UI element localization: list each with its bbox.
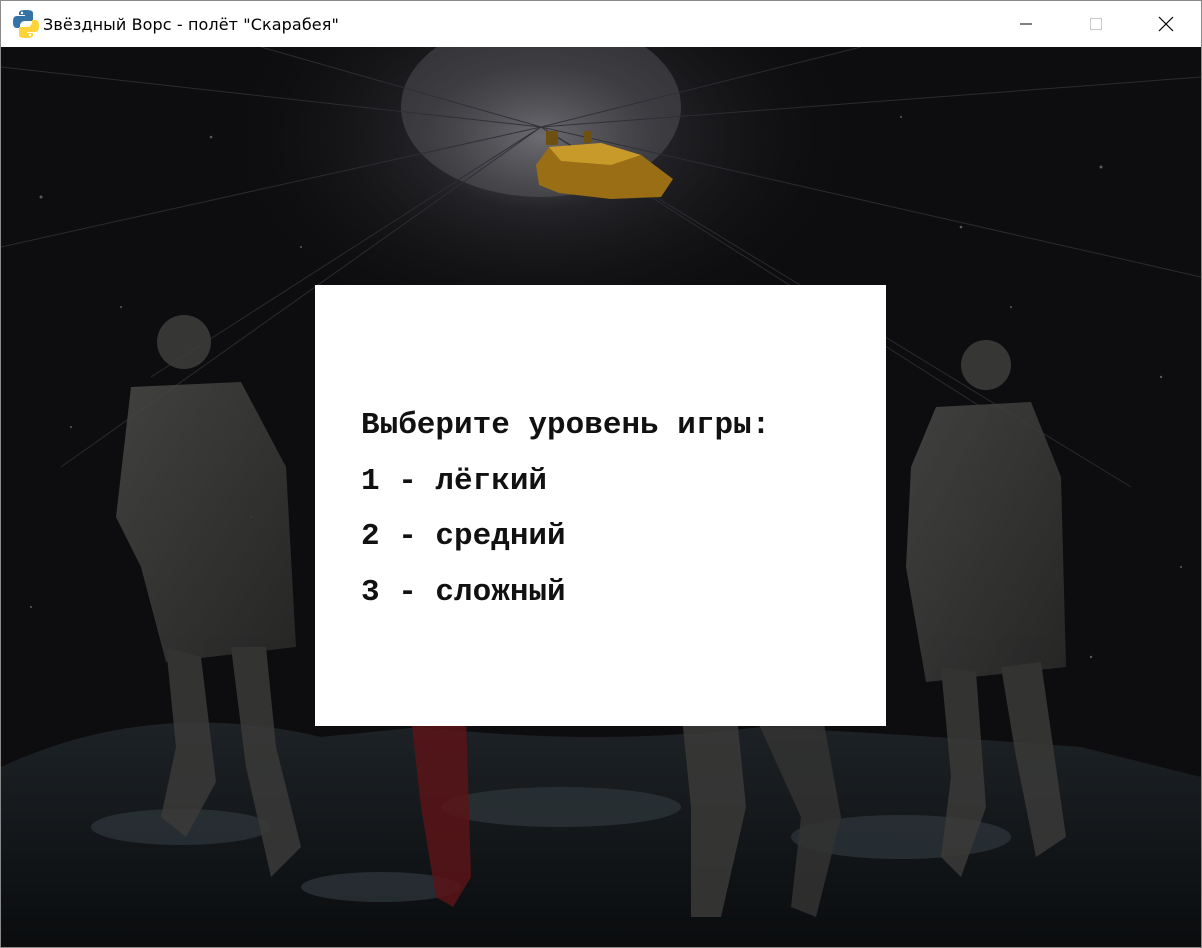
- level-option-medium[interactable]: 2 - средний: [361, 521, 566, 552]
- level-option-hard[interactable]: 3 - сложный: [361, 577, 566, 608]
- close-button[interactable]: [1131, 1, 1201, 47]
- python-snake-icon: [13, 10, 39, 38]
- maximize-button[interactable]: [1061, 1, 1131, 47]
- window-controls: [991, 1, 1201, 47]
- level-select-heading: Выберите уровень игры:: [361, 408, 771, 443]
- window-title: Звёздный Ворс - полёт "Скарабея": [43, 14, 339, 34]
- game-canvas[interactable]: Выберите уровень игры: 1 - лёгкий 2 - ср…: [1, 47, 1201, 947]
- game-window: Звёздный Ворс - полёт "Скарабея" Выберит…: [0, 0, 1202, 948]
- close-icon: [1158, 16, 1174, 32]
- title-bar[interactable]: Звёздный Ворс - полёт "Скарабея": [1, 1, 1201, 47]
- minimize-button[interactable]: [991, 1, 1061, 47]
- minimize-icon: [1020, 23, 1032, 25]
- maximize-icon: [1090, 18, 1102, 30]
- level-option-easy[interactable]: 1 - лёгкий: [361, 466, 547, 497]
- level-select-dialog: Выберите уровень игры: 1 - лёгкий 2 - ср…: [315, 285, 886, 726]
